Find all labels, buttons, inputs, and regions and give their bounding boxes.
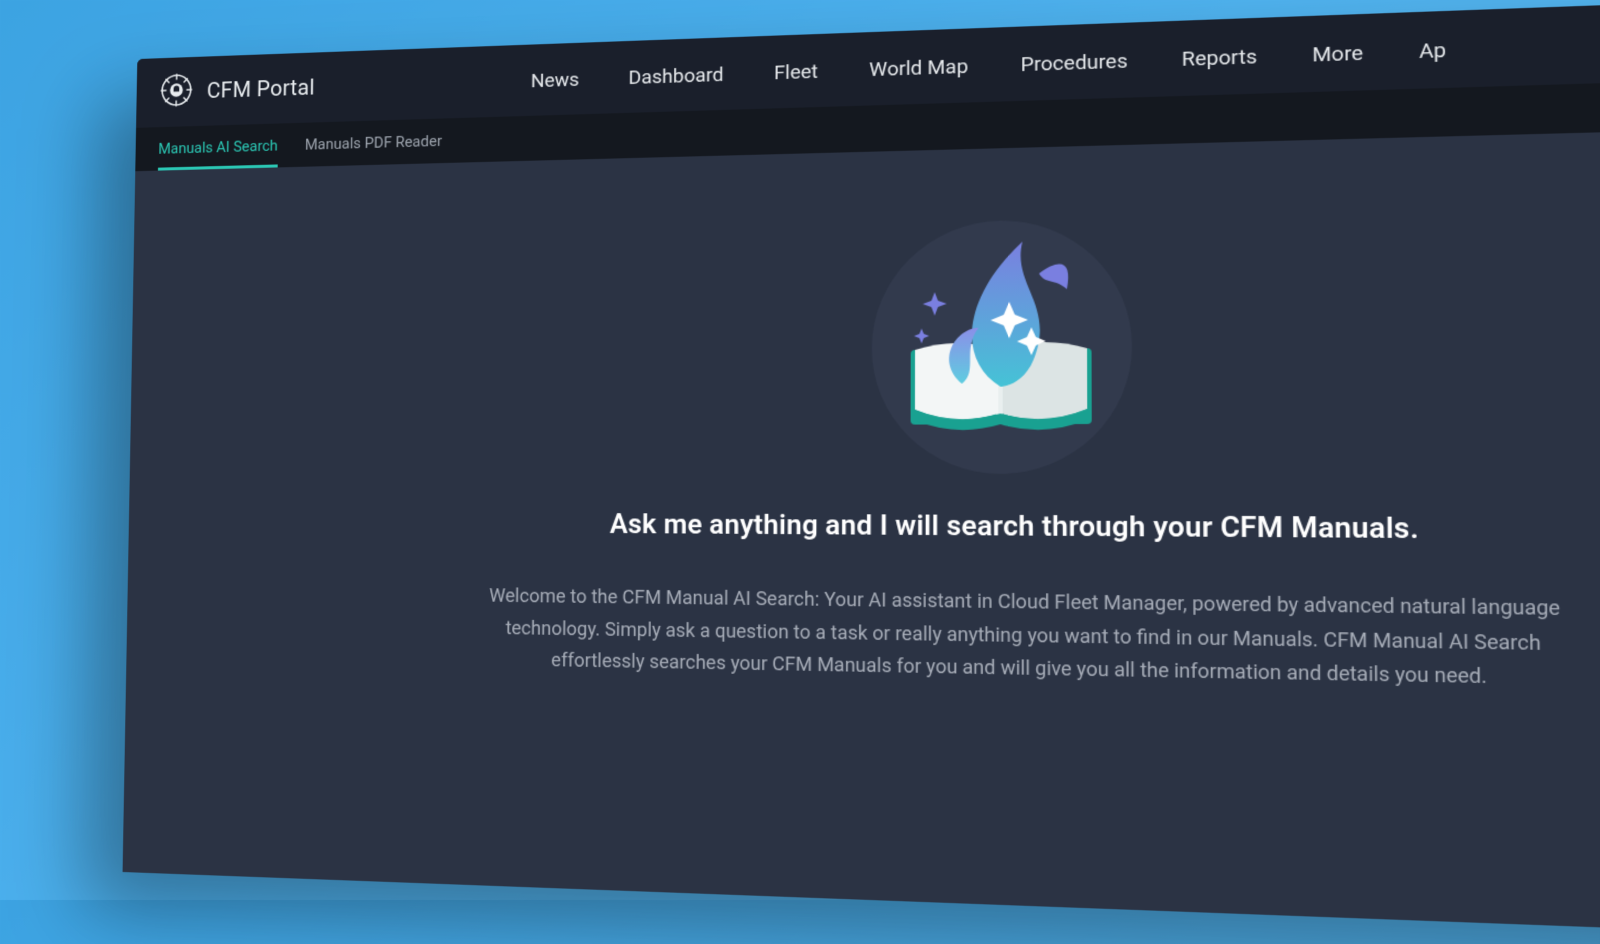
primary-nav: News Dashboard Fleet World Map Procedure…	[531, 37, 1447, 92]
nav-news[interactable]: News	[531, 67, 580, 92]
magic-book-icon	[187, 179, 1600, 480]
tab-manuals-ai-search[interactable]: Manuals AI Search	[158, 125, 278, 170]
nav-reports[interactable]: Reports	[1182, 43, 1257, 70]
hero-headline: Ask me anything and I will search throug…	[186, 507, 1600, 549]
nav-ap[interactable]: Ap	[1419, 37, 1446, 63]
content-area: Ask me anything and I will search throug…	[123, 121, 1600, 943]
nav-more[interactable]: More	[1312, 40, 1363, 67]
nav-procedures[interactable]: Procedures	[1021, 48, 1128, 76]
nav-dashboard[interactable]: Dashboard	[628, 62, 723, 89]
tab-manuals-pdf-reader[interactable]: Manuals PDF Reader	[305, 120, 443, 166]
hero-body: Welcome to the CFM Manual AI Search: You…	[480, 581, 1571, 697]
nav-fleet[interactable]: Fleet	[774, 59, 818, 84]
brand[interactable]: CFM Portal	[159, 67, 315, 112]
app-window: CFM Portal News Dashboard Fleet World Ma…	[123, 0, 1600, 944]
nav-world-map[interactable]: World Map	[869, 53, 968, 81]
ship-wheel-icon	[159, 72, 194, 113]
app-title: CFM Portal	[207, 75, 315, 103]
